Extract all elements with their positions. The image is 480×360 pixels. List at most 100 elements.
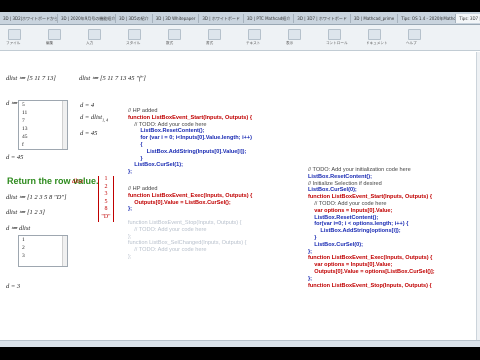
- listbox2-label: d ≔ dlist: [6, 225, 31, 232]
- code-line: };: [308, 248, 313, 255]
- ribbon-button[interactable]: [88, 29, 101, 40]
- code-line: // TODO: Add your code here: [128, 121, 207, 128]
- matrix-cell: 5: [104, 198, 108, 205]
- code-line: function ListBoxEvent_Start(Inputs, Outp…: [308, 194, 432, 201]
- d-result-2: d = 4: [80, 102, 95, 109]
- code-line: function ListBox_SelChanged(Inputs, Outp…: [128, 240, 247, 247]
- ribbon-label: 数式: [166, 41, 174, 45]
- ribbon-label: ファイル: [6, 41, 21, 45]
- ribbon-label: ドキュメント: [366, 41, 388, 45]
- document-tab[interactable]: 3D | 3D7 | ホワイトボード: [294, 14, 351, 23]
- listbox-item[interactable]: 2: [19, 244, 67, 252]
- code-line: };: [128, 169, 133, 176]
- document-tab[interactable]: 3D | 3D Whitepaper: [153, 14, 200, 23]
- listbox-item[interactable]: 13: [19, 125, 67, 133]
- script-listbox-exec[interactable]: // HP added function ListBoxEvent_Exec(In…: [128, 186, 252, 213]
- dlist-definition[interactable]: dlist ≔ [5 11 7 13]: [6, 74, 56, 82]
- listbox-item[interactable]: 45: [19, 133, 67, 141]
- code-line: for(var i=0; i < options.length; i++) {: [308, 221, 409, 228]
- ribbon-label: 編集: [46, 41, 54, 45]
- code-line: Outputs[0].Value = ListBox.CurSel();: [128, 199, 231, 206]
- document-tab[interactable]: 3D | PTC Mathcad紹介: [244, 14, 295, 23]
- ribbon-button[interactable]: [208, 29, 221, 40]
- ribbon-label: 入力: [86, 41, 94, 45]
- listbox-item[interactable]: f: [19, 141, 67, 149]
- code-line: var options = Inputs[0].Value;: [308, 262, 393, 269]
- video-frame: 3D | 3D2|ホワイトボードから機能...3D | 2020年9月号の機能紹…: [0, 0, 480, 360]
- code-line: function ListBoxEvent_Start(Inputs, Outp…: [128, 114, 252, 121]
- code-line: ListBox.AddString(options[i]);: [308, 228, 401, 235]
- ribbon-label: テキスト: [246, 41, 261, 45]
- code-line: {: [128, 141, 143, 148]
- code-line: ListBox.ResetContent();: [308, 173, 373, 180]
- listbox-item[interactable]: 11: [19, 109, 67, 117]
- code-line: ListBox.CurSel(0);: [308, 187, 357, 194]
- document-tab[interactable]: Tips: 3D7 | リスト...: [456, 14, 480, 23]
- matrix-cell: 2: [104, 183, 108, 190]
- dlist3-definition[interactable]: dlist ≔ [1 2 3]: [6, 208, 45, 216]
- document-tab[interactable]: 3D | 3D2|ホワイトボードから機能...: [0, 14, 58, 23]
- worksheet-scrollbar[interactable]: [476, 52, 480, 340]
- matrix-cell: 3: [104, 191, 108, 197]
- worksheet-canvas[interactable]: dlist ≔ [5 11 7 13] dlist ≔ [5 11 7 13 4…: [0, 52, 480, 347]
- ribbon-button[interactable]: [168, 29, 181, 40]
- code-line: // TODO: Add your code here: [128, 226, 207, 233]
- document-tab-strip: 3D | 3D2|ホワイトボードから機能...3D | 2020年9月号の機能紹…: [0, 12, 480, 25]
- ribbon-button[interactable]: [408, 29, 421, 40]
- script-listbox-stop[interactable]: function ListBoxEvent_Stop(Inputs, Outpu…: [128, 220, 246, 261]
- code-line: ListBox.ResetContent();: [128, 128, 205, 135]
- code-line: // TODO: Add your initialization code he…: [308, 167, 411, 173]
- code-line: // TODO: Add your code here: [128, 247, 207, 254]
- dlist2-definition[interactable]: dlist ≔ [1 2 3 5 8 "D"]: [6, 193, 67, 201]
- code-line: ListBox.CurSel(1);: [128, 162, 184, 169]
- ribbon-button[interactable]: [128, 29, 141, 40]
- listbox-item[interactable]: 1: [19, 236, 67, 244]
- section-heading: Return the row value.: [7, 176, 99, 186]
- code-line: }: [128, 155, 143, 162]
- matrix-cell: "D": [101, 213, 111, 220]
- document-tab[interactable]: 3D | ホワイトボード: [199, 14, 244, 23]
- ribbon-label: コントロール: [326, 41, 348, 45]
- dlist-definition-2[interactable]: dlist ≔ [5 11 7 13 45 "f"]: [79, 74, 146, 82]
- code-line: };: [128, 233, 132, 240]
- code-line: var options = Inputs[0].Value;: [308, 207, 393, 214]
- code-line: function ListBoxEvent_Exec(Inputs, Outpu…: [308, 255, 433, 262]
- ribbon-button[interactable]: [8, 29, 21, 40]
- document-tab[interactable]: 3D | 2020年9月号の機能紹介: [58, 14, 116, 23]
- ribbon-toolbar: ファイル 編集 入力 スタイル 数式 書式 テキスト 表示 コントロール ドキュメント ヘルプ: [0, 25, 480, 51]
- document-tab[interactable]: Tips: OS 1.4 - 2020年Mathcad...: [398, 14, 457, 23]
- dlist2-name: dlist: [72, 178, 84, 185]
- d-result-1: d = 45: [6, 154, 24, 161]
- code-line: };: [128, 253, 132, 260]
- ribbon-label: 表示: [286, 41, 294, 45]
- matrix-cell: 1: [104, 176, 108, 182]
- script-listbox-start[interactable]: // HP added function ListBoxEvent_Start(I…: [128, 108, 252, 176]
- code-line: // Initialize Selection if desired: [308, 180, 382, 187]
- code-line: // TODO: Add your code here: [308, 200, 387, 207]
- d-result-5: d = 3: [6, 283, 21, 290]
- code-line: };: [128, 206, 133, 213]
- d-result-4: d = 45: [80, 130, 98, 137]
- code-line: ListBox.ResetContent();: [308, 214, 379, 221]
- listbox-item[interactable]: 5: [19, 101, 67, 109]
- listbox-control-1[interactable]: 5 11 7 13 45 f: [18, 100, 68, 150]
- document-tab[interactable]: 3D | Mathcad_prime: [351, 14, 399, 23]
- listbox-item[interactable]: 3: [19, 252, 67, 260]
- code-line: Outputs[0].Value = options[ListBox.CurSe…: [308, 268, 435, 275]
- listbox-scrollbar[interactable]: [62, 101, 67, 149]
- listbox-control-2[interactable]: 123: [18, 235, 68, 267]
- ribbon-button[interactable]: [48, 29, 61, 40]
- ribbon-label: ヘルプ: [406, 41, 417, 45]
- script-listbox-full[interactable]: // TODO: Add your initialization code he…: [308, 167, 435, 289]
- listbox-item[interactable]: 7: [19, 117, 67, 125]
- document-tab[interactable]: 3D | 3D5の紹介: [116, 14, 153, 23]
- ribbon-button[interactable]: [368, 29, 381, 40]
- code-line: function ListBoxEvent_Stop(Inputs, Outpu…: [128, 220, 242, 226]
- ribbon-label: スタイル: [126, 41, 141, 45]
- listbox2-scrollbar[interactable]: [62, 236, 67, 266]
- d-result-3: d = dlist1, 4: [80, 114, 109, 123]
- matrix-cell: 8: [104, 206, 108, 212]
- ribbon-button[interactable]: [288, 29, 301, 40]
- ribbon-button[interactable]: [328, 29, 341, 40]
- ribbon-button[interactable]: [248, 29, 261, 40]
